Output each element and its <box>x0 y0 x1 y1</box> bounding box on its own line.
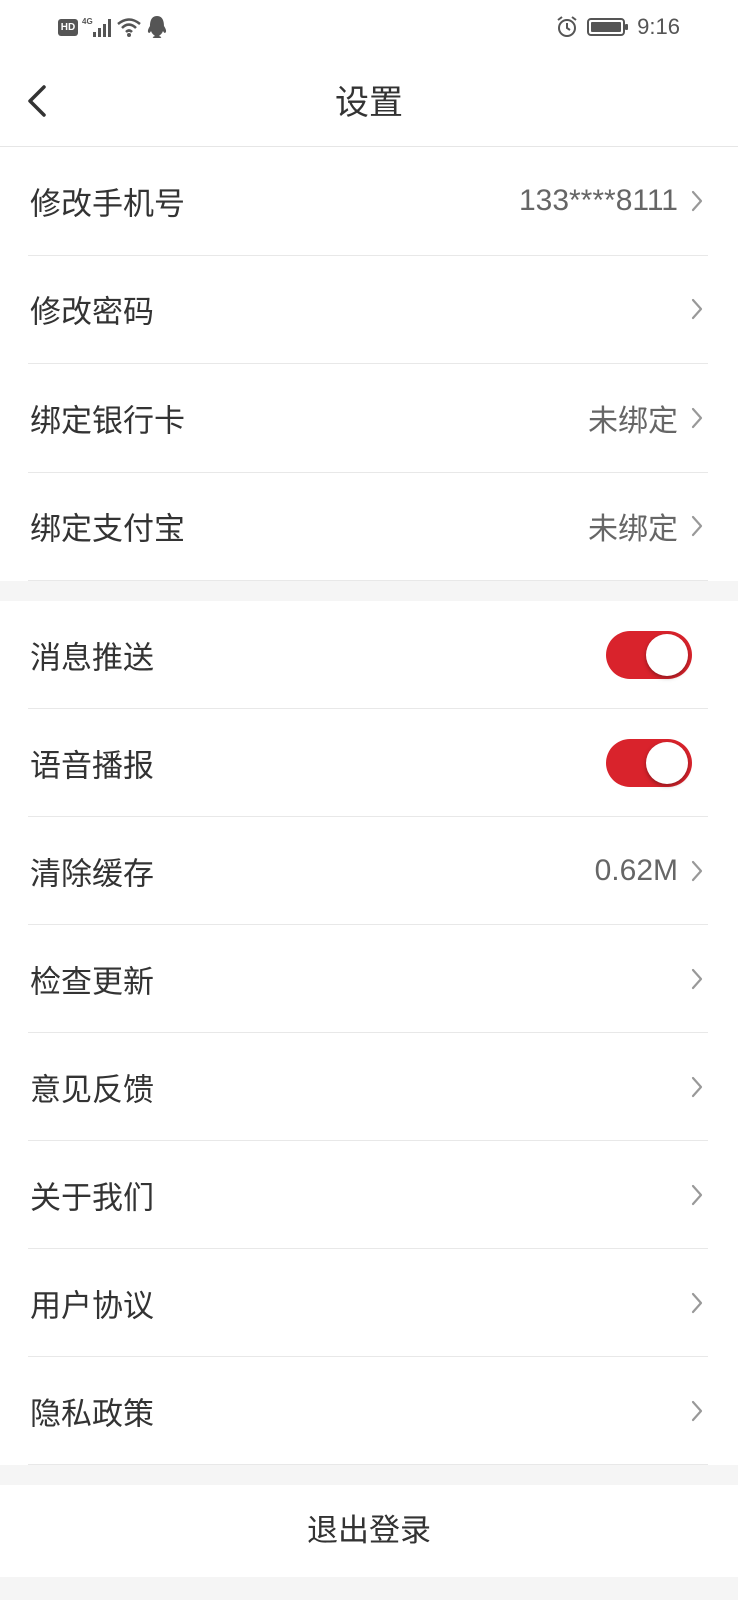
settings-row-voice-broadcast: 语音播报 <box>28 709 708 817</box>
cache-size: 0.62M <box>594 853 678 887</box>
settings-row-bind-alipay[interactable]: 绑定支付宝 未绑定 <box>28 473 708 581</box>
row-right <box>690 967 704 991</box>
row-label: 修改密码 <box>30 294 154 331</box>
wifi-icon <box>117 18 141 37</box>
status-bar: HD 4G 9:16 <box>0 0 738 55</box>
chevron-right-icon <box>691 407 703 428</box>
row-label: 意见反馈 <box>30 1072 154 1108</box>
settings-row-feedback[interactable]: 意见反馈 <box>28 1033 708 1141</box>
row-right: 未绑定 <box>588 396 704 440</box>
push-notifications-toggle[interactable] <box>606 630 692 679</box>
toggle-knob <box>646 633 688 676</box>
row-right <box>606 630 704 679</box>
nav-bar: 设置 <box>0 55 738 147</box>
status-time: 9:16 <box>637 14 680 39</box>
settings-row-check-update[interactable]: 检查更新 <box>28 925 708 1033</box>
alarm-icon <box>557 16 577 37</box>
row-label: 消息推送 <box>30 640 154 676</box>
row-label: 隐私政策 <box>30 1396 154 1432</box>
bank-card-status: 未绑定 <box>588 404 678 438</box>
hd-icon: HD <box>58 18 78 36</box>
chevron-right-icon <box>691 1184 703 1205</box>
toggle-knob <box>646 741 688 784</box>
battery-icon <box>587 18 629 36</box>
settings-row-bind-bank-card[interactable]: 绑定银行卡 未绑定 <box>28 364 708 473</box>
row-right: 未绑定 <box>588 504 704 548</box>
page-title: 设置 <box>335 83 403 123</box>
settings-row-push-notifications: 消息推送 <box>28 601 708 709</box>
qq-icon <box>147 16 167 38</box>
app-settings-group: 消息推送 语音播报 清除缓存 0.62M 检查更新 意见反馈 关于我们 用户协议… <box>0 601 738 1465</box>
phone-value: 133****8111 <box>518 183 678 217</box>
network-type-label: 4G <box>82 17 93 26</box>
row-label: 绑定银行卡 <box>30 403 185 440</box>
settings-row-privacy-policy[interactable]: 隐私政策 <box>28 1357 708 1465</box>
row-label: 清除缓存 <box>30 856 154 892</box>
chevron-right-icon <box>691 1400 703 1421</box>
settings-row-clear-cache[interactable]: 清除缓存 0.62M <box>28 817 708 925</box>
chevron-right-icon <box>691 190 703 211</box>
chevron-right-icon <box>691 968 703 989</box>
row-label: 语音播报 <box>30 748 154 784</box>
row-label: 关于我们 <box>30 1180 154 1216</box>
logout-button[interactable]: 退出登录 <box>0 1485 738 1577</box>
settings-row-change-password[interactable]: 修改密码 <box>28 256 708 364</box>
row-right <box>690 1183 704 1207</box>
account-settings-group: 修改手机号 133****8111 修改密码 绑定银行卡 未绑定 绑定支付宝 未… <box>0 147 738 581</box>
chevron-right-icon <box>691 1292 703 1313</box>
chevron-right-icon <box>691 860 703 881</box>
settings-row-user-agreement[interactable]: 用户协议 <box>28 1249 708 1357</box>
settings-row-change-phone[interactable]: 修改手机号 133****8111 <box>28 147 708 256</box>
chevron-right-icon <box>691 516 703 537</box>
alipay-status: 未绑定 <box>588 513 678 547</box>
row-label: 绑定支付宝 <box>30 511 185 548</box>
chevron-right-icon <box>691 1076 703 1097</box>
chevron-right-icon <box>691 299 703 320</box>
row-label: 检查更新 <box>30 964 154 1000</box>
row-right <box>606 738 704 787</box>
voice-broadcast-toggle[interactable] <box>606 738 692 787</box>
row-label: 用户协议 <box>30 1288 154 1324</box>
row-label: 修改手机号 <box>30 186 185 223</box>
row-right: 133****8111 <box>519 184 704 218</box>
settings-row-about-us[interactable]: 关于我们 <box>28 1141 708 1249</box>
row-right <box>690 1399 704 1423</box>
row-right <box>690 297 704 321</box>
status-right: 9:16 <box>555 14 680 40</box>
row-right: 0.62M <box>595 854 704 888</box>
row-right <box>690 1291 704 1315</box>
status-left: HD 4G <box>58 14 168 40</box>
signal-icon: 4G <box>82 17 111 37</box>
row-right <box>690 1075 704 1099</box>
logout-label: 退出登录 <box>307 1513 431 1549</box>
